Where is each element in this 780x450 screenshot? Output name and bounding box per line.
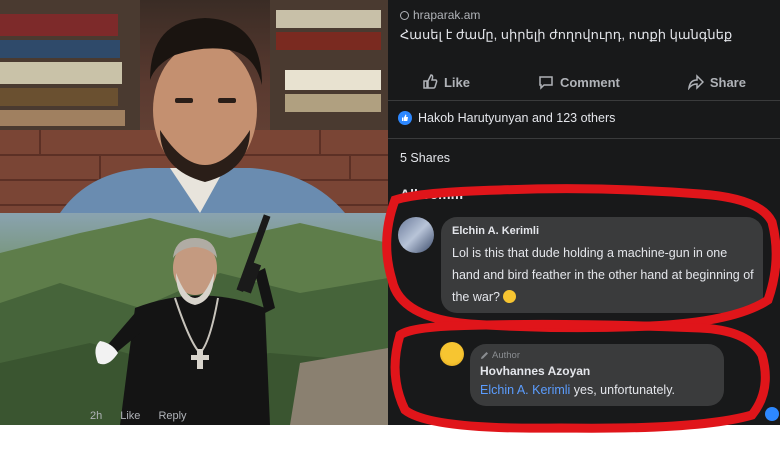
facebook-post: hraparak.am Հասել է ժամը, սիրելի ժողովու… [388, 0, 780, 425]
man-portrait-photo [0, 0, 388, 213]
reply-text-wrap: Elchin A. Kerimli yes, unfortunately. [480, 383, 675, 397]
divider [388, 100, 780, 101]
share-label: Share [709, 74, 746, 90]
share-button[interactable]: Share [687, 74, 746, 90]
reply-like-button[interactable]: Like [120, 410, 140, 422]
all-comments-filter[interactable]: All comm [400, 186, 463, 202]
reactions-summary[interactable]: Hakob Harutyunyan and 123 others [398, 111, 615, 125]
reply-age: 2h [90, 410, 103, 422]
comment-author[interactable]: Elchin A. Kerimli [452, 225, 539, 237]
shares-count[interactable]: 5 Shares [400, 151, 450, 165]
speech-bubble-icon [539, 76, 553, 90]
reply-bubble: Author Hovhannes Azoyan Elchin A. Keriml… [470, 344, 724, 406]
grinning-face-emoji-icon [503, 290, 517, 303]
post-source[interactable]: hraparak.am [400, 8, 480, 22]
reply-author[interactable]: Hovhannes Azoyan [480, 364, 590, 378]
post-action-bar: Like Comment Share [388, 70, 780, 94]
like-badge-icon [765, 407, 779, 421]
author-badge-label: Author [492, 350, 520, 361]
comment-bubble: Elchin A. Kerimli Lol is this that dude … [441, 217, 763, 313]
reactions-text: Hakob Harutyunyan and 123 others [418, 111, 616, 125]
globe-icon [400, 10, 409, 20]
like-button[interactable]: Like [422, 74, 470, 90]
laughing-emoji-avatar[interactable] [440, 342, 464, 366]
comment-text-wrap: Lol is this that dude holding a machine-… [452, 242, 757, 308]
share-arrow-icon [687, 74, 704, 90]
divider [388, 138, 780, 139]
reply-reply-button[interactable]: Reply [158, 410, 186, 422]
like-badge-icon [398, 111, 412, 125]
source-domain: hraparak.am [413, 8, 481, 22]
mention-link[interactable]: Elchin A. Kerimli [480, 383, 570, 397]
post-headline[interactable]: Հասել է ժամը, սիրելի ժողովուրդ, ոտքի կան… [400, 27, 732, 43]
comment-text: Lol is this that dude holding a machine-… [452, 246, 754, 304]
comment-button[interactable]: Comment [538, 74, 620, 90]
reply-text: yes, unfortunately. [570, 383, 675, 397]
pencil-icon [481, 352, 488, 359]
avatar[interactable] [398, 217, 434, 253]
reply-actions: 2h Like Reply [90, 410, 187, 422]
comment-label: Comment [559, 74, 620, 90]
photo-collage [0, 0, 388, 425]
thumbs-up-icon [423, 74, 438, 89]
author-badge: Author [480, 350, 520, 361]
like-label: Like [443, 74, 470, 90]
priest-with-rifle-photo [0, 213, 388, 425]
